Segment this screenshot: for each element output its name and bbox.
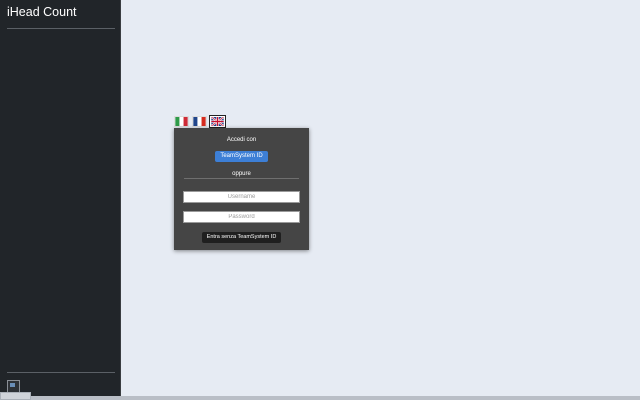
uk-flag-icon[interactable] [209, 115, 226, 128]
username-field[interactable] [183, 191, 300, 203]
france-flag-icon[interactable] [192, 116, 207, 127]
enter-without-teamsystem-button[interactable]: Entra senza TeamSystem ID [202, 232, 281, 243]
password-field[interactable] [183, 211, 300, 223]
bottom-scrollbar[interactable] [0, 396, 640, 400]
teamsystem-login-button[interactable]: TeamSystem ID [215, 151, 268, 162]
access-label: Accedi con [226, 137, 257, 143]
sidebar-divider [7, 28, 115, 29]
app-title: iHead Count [7, 5, 77, 19]
or-label: oppure [232, 171, 251, 177]
login-panel: Accedi con TeamSystem ID oppure Entra se… [174, 128, 309, 250]
italy-flag-icon[interactable] [174, 116, 189, 127]
or-divider [184, 178, 299, 179]
language-selector [174, 115, 226, 128]
sidebar: iHead Count [0, 0, 121, 400]
bottom-tab[interactable] [0, 392, 31, 400]
sidebar-divider [7, 372, 115, 373]
